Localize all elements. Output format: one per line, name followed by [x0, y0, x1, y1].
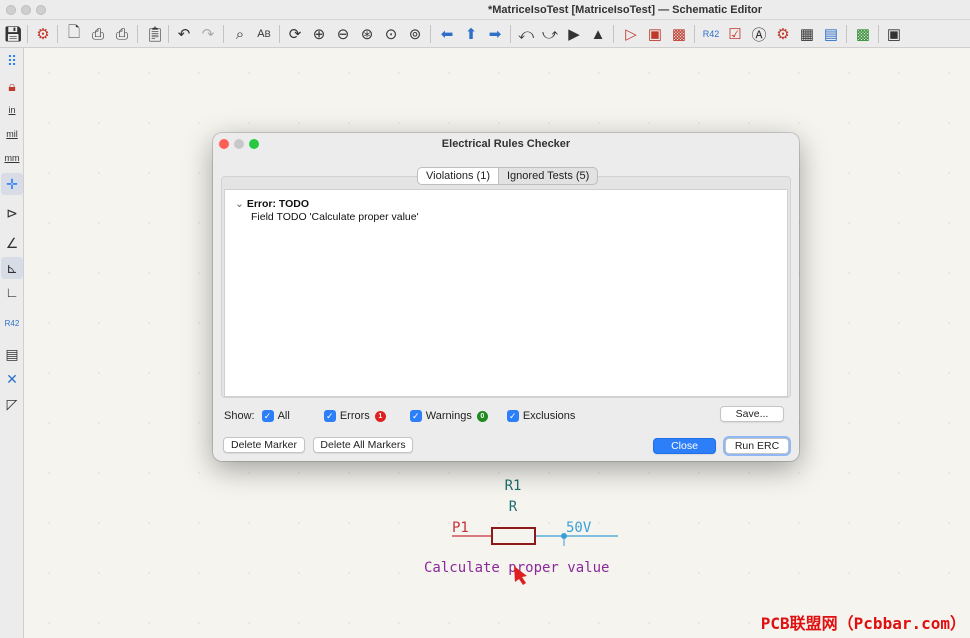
window-title: *MatriceIsoTest [MatriceIsoTest] — Schem…	[487, 4, 763, 16]
find-icon[interactable]: ⌕	[229, 23, 251, 45]
dialog-title: Electrical Rules Checker	[441, 138, 571, 150]
paste-icon[interactable]: 📋︎	[144, 23, 166, 45]
save-button[interactable]: Save...	[720, 406, 784, 422]
inches-icon[interactable]: in	[1, 99, 23, 121]
all-checkbox[interactable]: ✓	[261, 410, 274, 422]
warnings-label: Warnings	[425, 410, 472, 422]
find-replace-icon[interactable]: AB	[253, 23, 275, 45]
rotate-ccw-icon[interactable]: ⤺	[515, 23, 537, 45]
save-icon[interactable]: 💾︎	[2, 23, 24, 45]
tab-ignored-tests[interactable]: Ignored Tests (5)	[499, 168, 597, 184]
draw-rectangle-icon[interactable]: ◸	[1, 393, 23, 415]
warnings-checkbox[interactable]: ✓	[409, 410, 422, 422]
warnings-count-badge: 0	[476, 410, 488, 422]
properties-icon[interactable]: ✕	[1, 368, 23, 390]
navigate-back-icon[interactable]: ⬅	[436, 23, 458, 45]
cursor-icon[interactable]: ✛	[1, 173, 23, 195]
show-label: Show:	[224, 410, 255, 422]
violation-item[interactable]: ⌄ Error: TODO	[235, 198, 309, 210]
mils-icon[interactable]: mil	[1, 123, 23, 145]
left-toolbar: ⠿ 🔒︎ in mil mm ✛ ⊳ ∠ ⊾ ∟ R42 ▤ ✕ ◸	[0, 48, 24, 638]
hidden-pins-icon[interactable]: ⊳	[1, 202, 23, 224]
print-icon[interactable]: ⎙	[87, 23, 109, 45]
window-titlebar: *MatriceIsoTest [MatriceIsoTest] — Schem…	[0, 0, 970, 20]
expand-chevron-icon[interactable]: ⌄	[235, 198, 244, 210]
grid-icon[interactable]: ⠿	[1, 50, 23, 72]
tab-violations[interactable]: Violations (1)	[418, 168, 499, 184]
millimeters-icon[interactable]: mm	[1, 147, 23, 169]
errors-count-badge: 1	[374, 410, 386, 422]
exclusions-checkbox[interactable]: ✓	[506, 410, 519, 422]
mirror-h-icon[interactable]: ▲	[587, 23, 609, 45]
erc-icon[interactable]: ☑	[724, 23, 746, 45]
wire-45-icon[interactable]: ∠	[1, 232, 23, 254]
delete-all-markers-button[interactable]: Delete All Markers	[313, 437, 413, 453]
symbol-editor-icon[interactable]: ▷	[620, 23, 642, 45]
annotate-icon[interactable]: R42	[700, 23, 722, 45]
hierarchy-navigator-icon[interactable]: ▤	[1, 343, 23, 365]
navigate-up-icon[interactable]: ⬆	[460, 23, 482, 45]
plot-icon[interactable]: ⎙	[111, 23, 133, 45]
violations-panel: ⌄ Error: TODO Field TODO 'Calculate prope…	[221, 176, 791, 398]
zoom-selection-icon[interactable]: ⊚	[404, 23, 426, 45]
zoom-objects-icon[interactable]: ⊙	[380, 23, 402, 45]
mirror-v-icon[interactable]: ▶	[563, 23, 585, 45]
symbol-browser-icon[interactable]: ▣	[644, 23, 666, 45]
zoom-fit-icon[interactable]: ⊛	[356, 23, 378, 45]
delete-marker-button[interactable]: Delete Marker	[223, 437, 305, 453]
severity-filters: Show: ✓ All ✓ Errors 1 ✓ Warnings 0 ✓ Ex…	[224, 409, 575, 423]
errors-label: Errors	[339, 410, 370, 422]
violations-list[interactable]: ⌄ Error: TODO Field TODO 'Calculate prope…	[224, 189, 788, 397]
close-button[interactable]: Close	[653, 438, 716, 454]
run-erc-button[interactable]: Run ERC	[725, 438, 789, 454]
pcb-editor-icon[interactable]: ▩	[852, 23, 874, 45]
zoom-out-icon[interactable]: ⊖	[332, 23, 354, 45]
violation-title: Error: TODO	[246, 198, 310, 210]
refresh-icon[interactable]: ⟳	[284, 23, 306, 45]
navigate-forward-icon[interactable]: ➡	[484, 23, 506, 45]
simulator-icon[interactable]: Ⓐ	[748, 23, 770, 45]
update-pcb-icon[interactable]: ▩	[668, 23, 690, 45]
rotate-cw-icon[interactable]: ⤻	[539, 23, 561, 45]
page-settings-icon[interactable]: 🗋︎	[63, 23, 85, 45]
annotate-ref-icon[interactable]: R42	[1, 312, 23, 334]
exclusions-label: Exclusions	[522, 410, 576, 422]
watermark-text: PCB联盟网（Pcbbar.com）	[760, 614, 966, 633]
wire-90-icon[interactable]: ⊾	[1, 257, 23, 279]
erc-dialog: Electrical Rules Checker ⌄ Error: TODO Fi…	[213, 133, 799, 461]
main-toolbar: 💾︎ ⚙ 🗋︎ ⎙ ⎙ 📋︎ ↶ ↷ ⌕ AB ⟳ ⊕ ⊖ ⊛ ⊙ ⊚ ⬅ ⬆ …	[0, 20, 970, 48]
lock-icon[interactable]: 🔒︎	[1, 75, 23, 97]
zoom-in-icon[interactable]: ⊕	[308, 23, 330, 45]
violation-detail[interactable]: Field TODO 'Calculate proper value'	[251, 211, 419, 223]
assign-footprints-icon[interactable]: ⚙	[772, 23, 794, 45]
scripting-console-icon[interactable]: ▣	[883, 23, 905, 45]
all-label: All	[277, 410, 290, 422]
wire-free-icon[interactable]: ∟	[1, 281, 23, 303]
redo-icon[interactable]: ↷	[197, 23, 219, 45]
errors-checkbox[interactable]: ✓	[323, 410, 336, 422]
undo-icon[interactable]: ↶	[173, 23, 195, 45]
dialog-tabs: Violations (1) Ignored Tests (5)	[417, 167, 599, 185]
bom-icon[interactable]: ▦	[796, 23, 818, 45]
edit-fields-icon[interactable]: ▤	[820, 23, 842, 45]
schematic-setup-icon[interactable]: ⚙	[32, 23, 54, 45]
